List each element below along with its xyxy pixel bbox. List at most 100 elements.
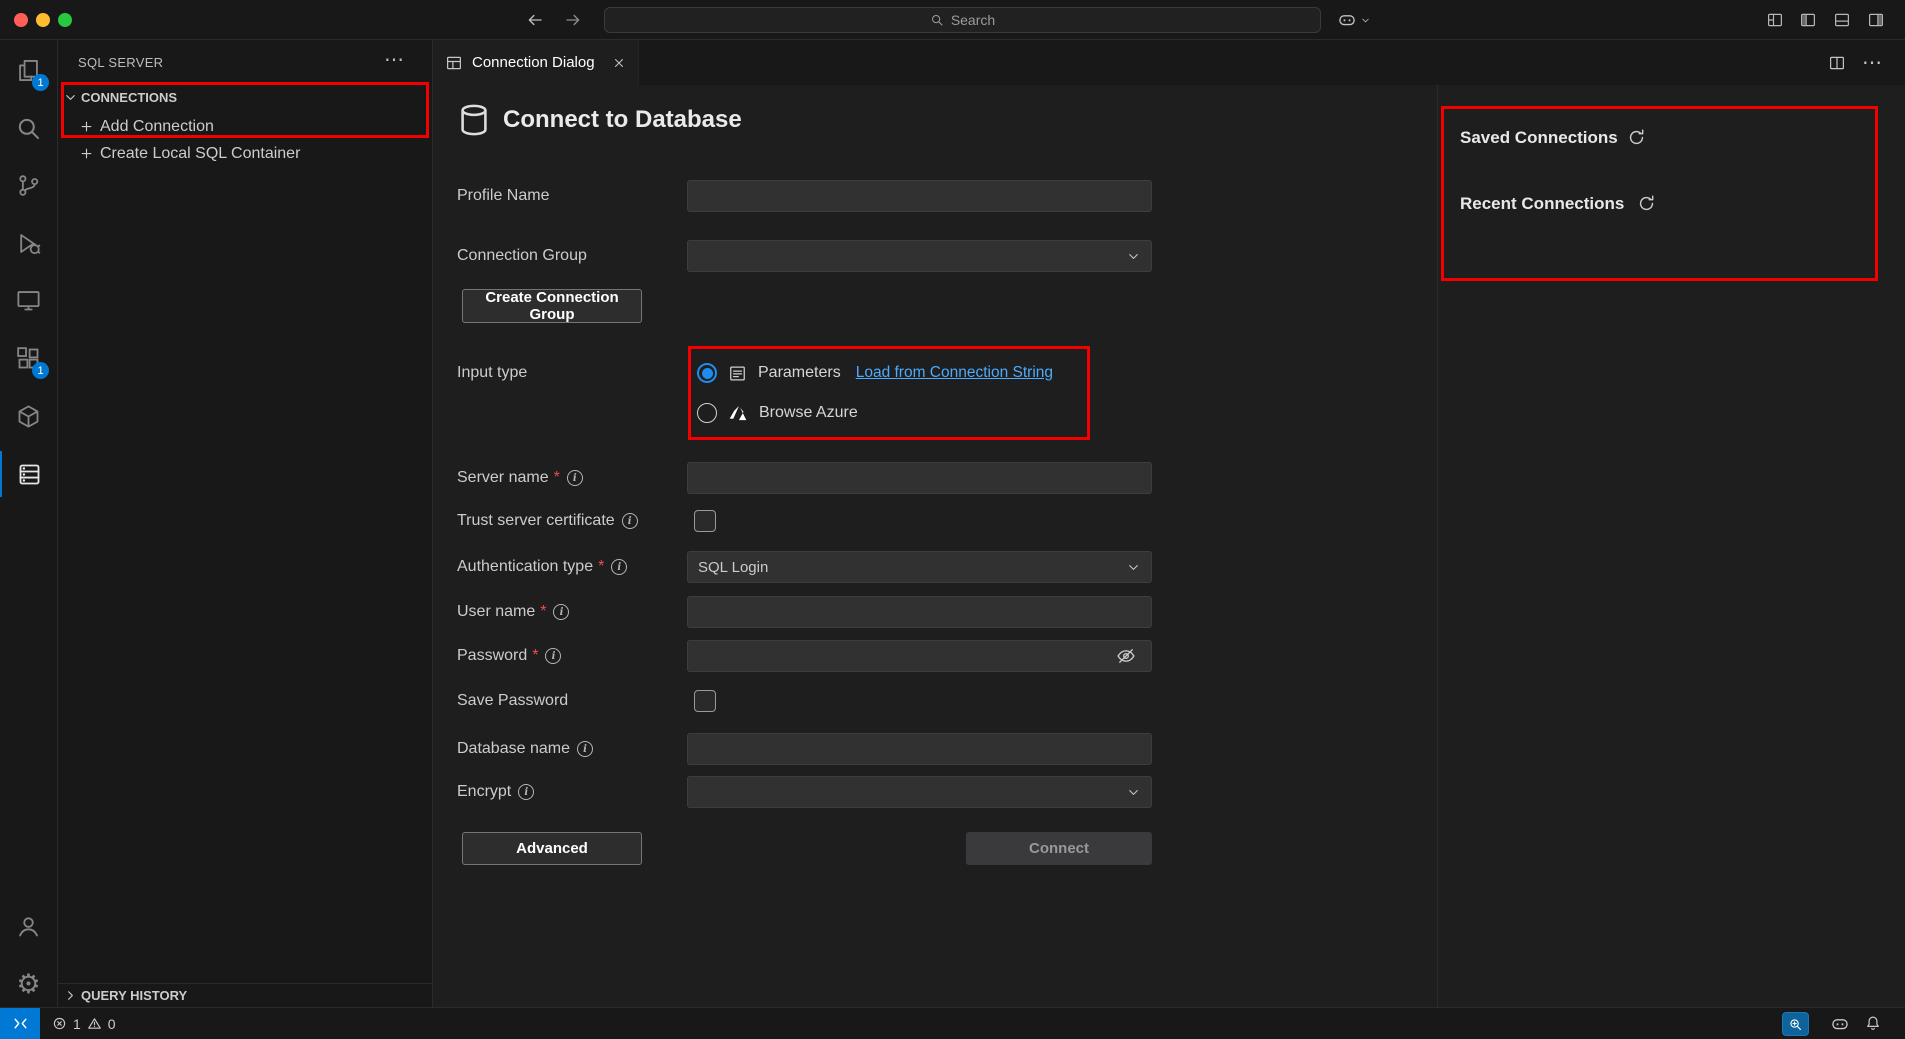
sql-server-sidebar: SQL SERVER CONNECTIONS Add Connection Cr… <box>58 40 433 1007</box>
toggle-password-visibility-icon[interactable] <box>1116 646 1136 666</box>
split-editor-icon[interactable] <box>1828 54 1846 72</box>
sidebar-more-actions-button[interactable] <box>384 50 404 70</box>
info-icon[interactable] <box>518 784 534 800</box>
title-bar: Search <box>0 0 1905 40</box>
chevron-right-icon <box>63 988 78 1003</box>
create-local-sql-container-label: Create Local SQL Container <box>100 145 300 163</box>
command-center-search[interactable]: Search <box>604 7 1321 33</box>
activity-accounts[interactable] <box>0 903 57 949</box>
search-icon <box>15 115 42 142</box>
editor-more-actions-icon[interactable] <box>1862 53 1882 73</box>
notifications-bell-icon[interactable] <box>1864 1014 1882 1032</box>
info-icon[interactable] <box>611 559 627 575</box>
zoom-indicator-button[interactable] <box>1782 1012 1809 1036</box>
create-connection-group-button[interactable]: Create Connection Group <box>462 289 642 323</box>
required-asterisk: * <box>598 558 604 576</box>
activity-explorer[interactable]: 1 <box>0 47 57 93</box>
parameters-radio[interactable] <box>697 363 717 383</box>
run-debug-icon <box>15 230 42 257</box>
activity-remote-explorer[interactable] <box>0 277 57 323</box>
user-name-input[interactable] <box>687 596 1152 628</box>
activity-settings[interactable] <box>0 961 57 1007</box>
dialog-title: Connect to Database <box>503 106 742 134</box>
editor-panel-divider[interactable] <box>1437 85 1438 1007</box>
source-control-icon <box>15 172 42 199</box>
activity-sql-server[interactable] <box>0 451 57 497</box>
activity-source-control[interactable] <box>0 162 57 208</box>
query-history-section-header[interactable]: QUERY HISTORY <box>58 983 432 1007</box>
trust-server-certificate-checkbox[interactable] <box>694 510 716 532</box>
create-local-sql-container-item[interactable]: Create Local SQL Container <box>58 140 432 167</box>
navigate-forward-button[interactable] <box>561 9 585 31</box>
connection-group-dropdown[interactable] <box>687 240 1152 272</box>
load-from-connection-string-link[interactable]: Load from Connection String <box>856 364 1053 382</box>
saved-connections-header: Saved Connections <box>1460 128 1618 148</box>
activity-containers[interactable] <box>0 393 57 439</box>
chevron-down-icon <box>1360 15 1371 26</box>
activity-extensions[interactable]: 1 <box>0 335 57 381</box>
problems-button[interactable]: 1 0 <box>52 1008 116 1039</box>
browse-azure-radio[interactable] <box>697 403 717 423</box>
search-placeholder-text: Search <box>951 12 995 28</box>
copilot-menu-button[interactable] <box>1337 9 1371 31</box>
connections-section-label: CONNECTIONS <box>81 90 177 105</box>
tab-connection-dialog[interactable]: Connection Dialog <box>433 40 639 85</box>
maximize-window-button[interactable] <box>58 13 72 27</box>
refresh-saved-connections-icon[interactable] <box>1627 128 1646 147</box>
minimize-window-button[interactable] <box>36 13 50 27</box>
explorer-badge: 1 <box>32 74 49 91</box>
navigate-back-button[interactable] <box>523 9 547 31</box>
browse-azure-label: Browse Azure <box>759 404 858 422</box>
connections-section-header[interactable]: CONNECTIONS <box>58 85 432 109</box>
toggle-secondary-sidebar-button[interactable] <box>1866 11 1886 29</box>
gear-icon <box>16 971 40 998</box>
close-window-button[interactable] <box>14 13 28 27</box>
copilot-icon <box>1337 10 1357 30</box>
database-name-input[interactable] <box>687 733 1152 765</box>
chevron-down-icon <box>1126 560 1141 575</box>
activity-search[interactable] <box>0 105 57 151</box>
info-icon[interactable] <box>553 604 569 620</box>
server-name-input[interactable] <box>687 462 1152 494</box>
close-tab-icon[interactable] <box>612 56 626 70</box>
extensions-badge: 1 <box>32 362 49 379</box>
save-password-checkbox[interactable] <box>694 690 716 712</box>
connection-group-label: Connection Group <box>457 240 587 272</box>
copilot-status-icon[interactable] <box>1830 1014 1850 1034</box>
save-password-label: Save Password <box>457 685 568 717</box>
recent-connections-header: Recent Connections <box>1460 194 1624 214</box>
activity-run-debug[interactable] <box>0 220 57 266</box>
add-connection-label: Add Connection <box>100 118 214 136</box>
toggle-primary-sidebar-button[interactable] <box>1798 11 1818 29</box>
package-icon <box>15 403 42 430</box>
activity-bar: 1 1 <box>0 40 58 1007</box>
advanced-button[interactable]: Advanced <box>462 832 642 865</box>
customize-layout-button[interactable] <box>1765 11 1785 29</box>
authentication-type-dropdown[interactable]: SQL Login <box>687 551 1152 583</box>
parameters-form-icon <box>728 364 747 383</box>
remote-indicator-button[interactable] <box>0 1008 40 1039</box>
connect-button[interactable]: Connect <box>966 832 1152 865</box>
info-icon[interactable] <box>622 513 638 529</box>
profile-name-input[interactable] <box>687 180 1152 212</box>
info-icon[interactable] <box>567 470 583 486</box>
parameters-radio-row: Parameters Load from Connection String <box>697 357 1053 389</box>
input-type-label: Input type <box>457 357 527 389</box>
toggle-panel-button[interactable] <box>1832 11 1852 29</box>
connection-dialog-tab-icon <box>445 54 463 72</box>
account-icon <box>15 913 42 940</box>
info-icon[interactable] <box>577 741 593 757</box>
sql-server-icon <box>16 461 43 488</box>
required-asterisk: * <box>554 469 560 487</box>
plus-icon <box>79 119 94 134</box>
password-label: Password * <box>457 640 561 672</box>
chevron-down-icon <box>1126 785 1141 800</box>
add-connection-item[interactable]: Add Connection <box>58 113 432 140</box>
editor-area <box>433 40 1905 1007</box>
refresh-recent-connections-icon[interactable] <box>1637 194 1656 213</box>
info-icon[interactable] <box>545 648 561 664</box>
database-name-label: Database name <box>457 733 593 765</box>
password-input[interactable] <box>687 640 1152 672</box>
editor-actions <box>1828 40 1882 85</box>
encrypt-dropdown[interactable] <box>687 776 1152 808</box>
